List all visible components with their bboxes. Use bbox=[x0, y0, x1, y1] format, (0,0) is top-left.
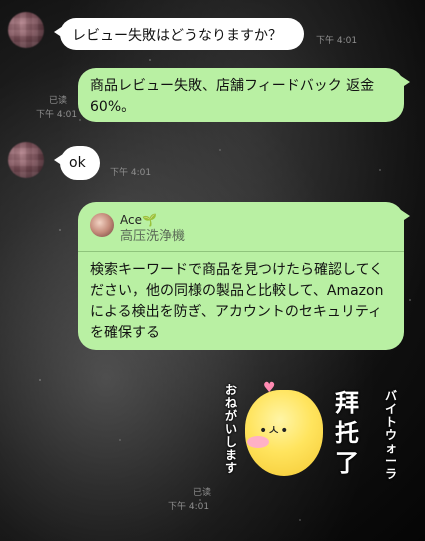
message-bubble-incoming[interactable]: レビュー失敗はどうなりますか？ bbox=[54, 18, 304, 50]
message-bubble-outgoing[interactable]: 商品レビュー失敗、店舗フィードバック 返金60%。 bbox=[78, 68, 410, 122]
quoted-user-avatar bbox=[90, 213, 114, 237]
message-text: 検索キーワードで商品を見つけたら確認してください，他の同様の製品と比較して、Am… bbox=[90, 262, 384, 341]
message-time: 下午 4:01 bbox=[316, 36, 358, 46]
contact-avatar[interactable] bbox=[8, 12, 44, 48]
read-receipt: 已读 bbox=[49, 96, 68, 106]
sticker-left-label: おねがいします bbox=[225, 383, 238, 475]
sticker-side-label: バイトウォーラ bbox=[385, 389, 398, 481]
message-time: 下午 4:01 bbox=[110, 168, 152, 178]
message-text: レビュー失敗はどうなりますか？ bbox=[72, 28, 282, 44]
reply-quote[interactable]: Ace🌱 高压洗浄機 bbox=[78, 212, 404, 252]
message-bubble-incoming[interactable]: ok bbox=[54, 146, 100, 180]
message-time: 下午 4:01 bbox=[36, 110, 78, 120]
read-receipt: 已读 bbox=[193, 488, 212, 498]
contact-avatar[interactable] bbox=[8, 142, 44, 178]
sticker-main-label: 拜托了 bbox=[335, 389, 359, 477]
message-text: 商品レビュー失敗、店舗フィードバック 返金60%。 bbox=[90, 78, 375, 115]
quoted-message-text: 高压洗浄機 bbox=[120, 229, 186, 244]
quoted-user-name: Ace🌱 bbox=[120, 213, 157, 227]
message-time: 下午 4:01 bbox=[168, 502, 210, 512]
message-text: ok bbox=[69, 155, 86, 171]
face-icon: •ㅅ• bbox=[259, 423, 289, 439]
message-bubble-outgoing-reply[interactable]: Ace🌱 高压洗浄機 検索キーワードで商品を見つけたら確認してください，他の同様… bbox=[78, 202, 410, 350]
sticker-message[interactable]: ♥ •ㅅ• 拜托了 バイトウォーラ おねがいします bbox=[225, 380, 425, 500]
